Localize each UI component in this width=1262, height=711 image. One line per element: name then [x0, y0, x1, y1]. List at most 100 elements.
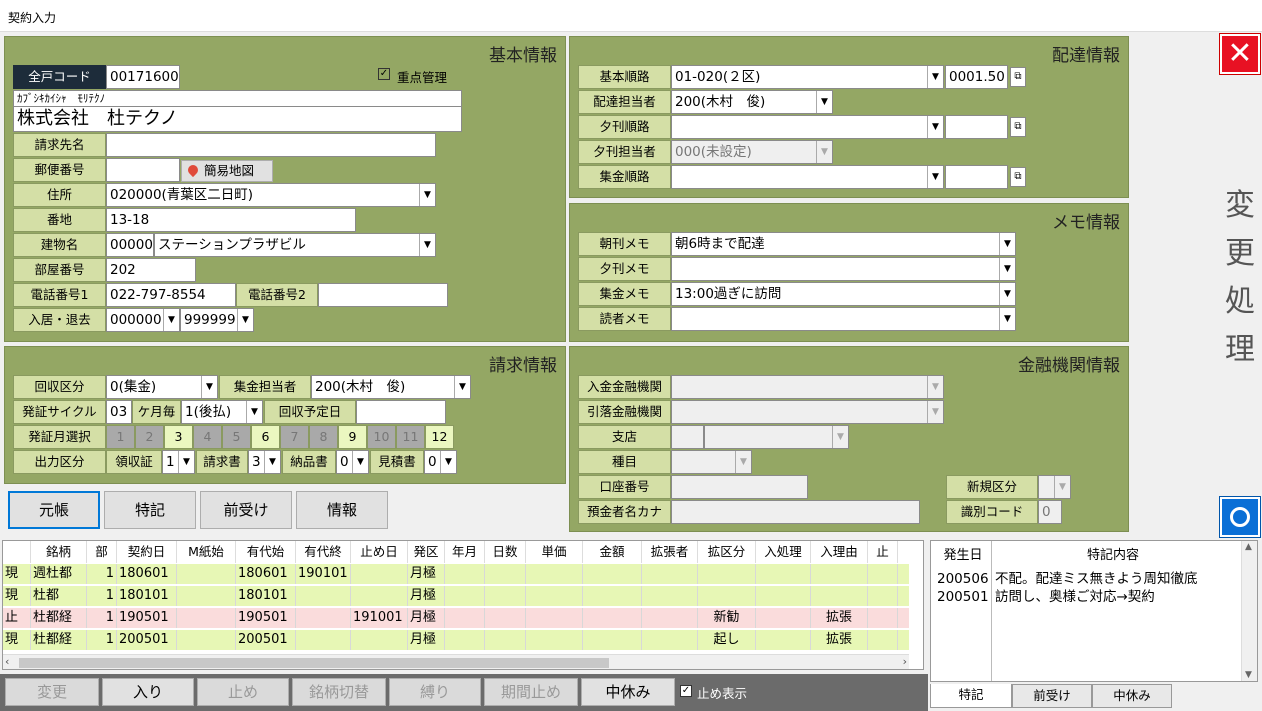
special-button[interactable]: 特記	[104, 491, 196, 529]
month-toggle-4[interactable]: 4	[193, 425, 222, 449]
grid-header-cell[interactable]: 金額	[583, 541, 642, 563]
route-select[interactable]: 01-020(２区) ▼	[671, 65, 944, 89]
code-field[interactable]: 00171600	[106, 65, 180, 89]
table-row[interactable]: 現週杜都 1 180601 180601 190101 月極	[3, 564, 909, 585]
stop-button[interactable]: 止め	[197, 678, 289, 706]
tab-special[interactable]: 特記	[930, 684, 1012, 708]
reader-memo-select[interactable]: ▼	[671, 307, 1016, 331]
cycle-type-select[interactable]: 1(後払) ▼	[181, 400, 263, 424]
month-toggle-6[interactable]: 6	[251, 425, 280, 449]
name-field[interactable]: 株式会社 杜テクノ	[13, 106, 462, 132]
tab-pause[interactable]: 中休み	[1092, 684, 1172, 708]
scroll-right-icon[interactable]: ›	[903, 655, 907, 668]
collect-memo-select[interactable]: 13:00過ぎに訪問 ▼	[671, 282, 1016, 306]
phone1-field[interactable]: 022-797-8554	[106, 283, 236, 307]
scroll-down-icon[interactable]: ▼	[1245, 670, 1252, 680]
building-select[interactable]: ステーションプラザビル ▼	[154, 233, 436, 257]
grid-header-cell[interactable]: M紙始	[177, 541, 236, 563]
evening-memo-select[interactable]: ▼	[671, 257, 1016, 281]
period-stop-button[interactable]: 期間止め	[484, 678, 578, 706]
month-toggle-2[interactable]: 2	[135, 425, 164, 449]
month-toggle-1[interactable]: 1	[106, 425, 135, 449]
schedule-field[interactable]	[356, 400, 446, 424]
info-button[interactable]: 情報	[296, 491, 388, 529]
eve-route-popup-icon[interactable]: ⧉	[1010, 117, 1026, 137]
grid-header-cell[interactable]: 銘柄	[31, 541, 87, 563]
kaishu-select[interactable]: 0(集金) ▼	[106, 375, 218, 399]
pause-button[interactable]: 中休み	[581, 678, 675, 706]
change-button[interactable]: 変更	[5, 678, 99, 706]
notes-row[interactable]: 200501 訪問し、奥様ご対応→契約	[937, 585, 1237, 605]
month-toggle-8[interactable]: 8	[309, 425, 338, 449]
address-select[interactable]: 020000(青葉区二日町) ▼	[106, 183, 436, 207]
horizontal-scrollbar[interactable]: ‹ ›	[3, 654, 909, 669]
month-toggle-3[interactable]: 3	[164, 425, 193, 449]
grid-header-cell[interactable]: 単価	[526, 541, 583, 563]
grid-header-cell[interactable]: 止め日	[351, 541, 408, 563]
scroll-left-icon[interactable]: ‹	[5, 655, 9, 668]
month-toggle-11[interactable]: 11	[396, 425, 425, 449]
grid-header-cell[interactable]: 有代始	[236, 541, 296, 563]
grid-header-cell[interactable]: 部	[87, 541, 117, 563]
grid-header-cell[interactable]: 日数	[485, 541, 526, 563]
table-row[interactable]: 現杜都経 1 200501 200501 月極 起し 拡張	[3, 630, 909, 651]
room-field[interactable]: 202	[106, 258, 196, 282]
receipt-select[interactable]: 1 ▼	[162, 450, 195, 474]
month-toggle-10[interactable]: 10	[367, 425, 396, 449]
grid-header-cell[interactable]: 入処理	[756, 541, 811, 563]
prepay-button[interactable]: 前受け	[200, 491, 292, 529]
brand-switch-button[interactable]: 銘柄切替	[292, 678, 386, 706]
table-row[interactable]: 止杜都経 1 190501 190501 191001 月極 新勧 拡張	[3, 608, 909, 629]
table-row[interactable]: 現杜都 1 180101 180101 月極	[3, 586, 909, 607]
delivery-note-select[interactable]: 0 ▼	[336, 450, 369, 474]
enter-button[interactable]: 入り	[102, 678, 194, 706]
move-out-select[interactable]: 999999 ▼	[180, 308, 254, 332]
close-button[interactable]: ✕	[1219, 33, 1261, 75]
bind-button[interactable]: 縛り	[389, 678, 481, 706]
grid-header-cell[interactable]: 止	[868, 541, 898, 563]
collector-select[interactable]: 200(木村 俊) ▼	[311, 375, 471, 399]
move-in-select[interactable]: 000000 ▼	[106, 308, 180, 332]
grid-header-cell[interactable]: 拡張者	[642, 541, 698, 563]
show-stop-checkbox[interactable]: ✓	[680, 685, 692, 697]
notes-scrollbar[interactable]: ▲ ▼	[1241, 541, 1257, 681]
morning-memo-select[interactable]: 朝6時まで配達 ▼	[671, 232, 1016, 256]
grid-header-cell[interactable]: 発区	[408, 541, 445, 563]
estimate-select[interactable]: 0 ▼	[424, 450, 457, 474]
route-popup-icon[interactable]: ⧉	[1010, 67, 1026, 87]
invoice-select[interactable]: 3 ▼	[248, 450, 281, 474]
month-toggle-12[interactable]: 12	[425, 425, 454, 449]
grid-header-cell[interactable]: 入理由	[811, 541, 868, 563]
month-toggle-7[interactable]: 7	[280, 425, 309, 449]
billing-name-field[interactable]	[106, 133, 436, 157]
scroll-thumb[interactable]	[19, 658, 609, 668]
grid-header-cell[interactable]: 契約日	[117, 541, 177, 563]
map-button[interactable]: 簡易地図	[181, 160, 273, 182]
month-toggle-5[interactable]: 5	[222, 425, 251, 449]
eve-route-select[interactable]: ▼	[671, 115, 944, 139]
notes-row[interactable]: 200506 不配。配達ミス無きよう周知徹底	[937, 567, 1237, 587]
cycle-number-field[interactable]: 03	[106, 400, 132, 424]
eve-route-number-field[interactable]	[945, 115, 1008, 139]
scroll-up-icon[interactable]: ▲	[1245, 542, 1252, 552]
grid-header-cell[interactable]: 有代終	[296, 541, 351, 563]
phone2-field[interactable]	[318, 283, 448, 307]
grid-header-cell[interactable]	[3, 541, 31, 563]
ledger-button[interactable]: 元帳	[8, 491, 100, 529]
postal-field[interactable]	[106, 158, 180, 182]
collect-route-select[interactable]: ▼	[671, 165, 944, 189]
contract-grid[interactable]: 銘柄部契約日 M紙始 有代始 有代終 止め日 発区 年月 日数 単価 金額 拡張者 拡区分 入処理 入理由…	[2, 540, 924, 670]
grid-header-cell[interactable]: 年月	[445, 541, 485, 563]
building-code-field[interactable]: 00000	[106, 233, 154, 257]
grid-header-cell[interactable]: 拡区分	[698, 541, 756, 563]
staff-select[interactable]: 200(木村 俊) ▼	[671, 90, 833, 114]
priority-checkbox[interactable]: ✓	[378, 68, 390, 80]
kana-field[interactable]: ｶﾌﾞｼｷｶｲｼｬ ﾓﾘﾃｸﾉ	[13, 90, 462, 107]
confirm-button[interactable]	[1219, 496, 1261, 538]
banchi-field[interactable]: 13-18	[106, 208, 356, 232]
collect-route-number-field[interactable]	[945, 165, 1008, 189]
route-number-field[interactable]: 0001.50	[945, 65, 1008, 89]
month-toggle-9[interactable]: 9	[338, 425, 367, 449]
collect-route-popup-icon[interactable]: ⧉	[1010, 167, 1026, 187]
tab-prepay[interactable]: 前受け	[1012, 684, 1092, 708]
